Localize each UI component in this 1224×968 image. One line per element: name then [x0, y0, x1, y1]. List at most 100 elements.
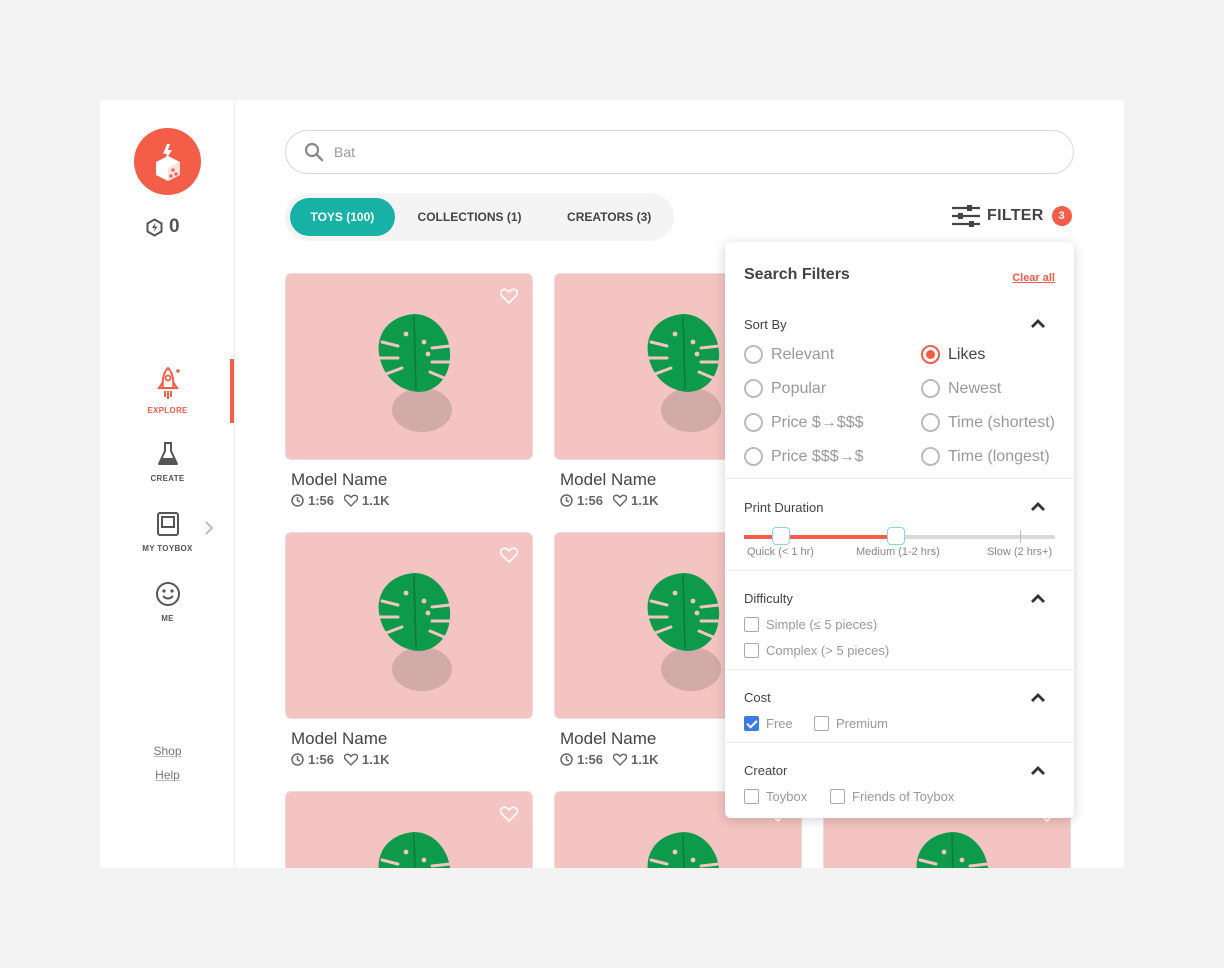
model-thumbnail — [285, 791, 533, 868]
toybox-icon — [156, 512, 179, 536]
creator-friends-label: Friends of Toybox — [852, 789, 955, 804]
heart-icon — [613, 753, 628, 766]
duration-label-quick: Quick (< 1 hr) — [747, 546, 814, 558]
difficulty-complex-label: Complex (> 5 pieces) — [766, 643, 890, 658]
nav-create[interactable]: CREATE — [100, 440, 235, 483]
creator-friends-checkbox[interactable]: Friends of Toybox — [830, 789, 954, 804]
radio-dot — [744, 345, 763, 364]
sort-option-radio[interactable]: Relevant — [744, 345, 834, 364]
monstera-leaf-image — [647, 314, 721, 432]
search-icon — [304, 142, 324, 162]
tab-toys[interactable]: TOYS (100) — [290, 198, 395, 236]
tab-creators[interactable]: CREATORS (3) — [544, 198, 674, 236]
sort-by-section: Sort By Relevant Likes Popular Newest Price … — [725, 304, 1074, 479]
toybox-logo[interactable] — [134, 128, 201, 195]
sort-option-radio[interactable]: Time (shortest) — [921, 413, 1055, 432]
filter-count-badge: 3 — [1051, 206, 1072, 226]
model-print-time: 1:56 — [577, 752, 604, 767]
chevron-up-icon[interactable] — [1030, 501, 1046, 512]
radio-dot — [744, 413, 763, 432]
sort-option-radio[interactable]: Time (longest) — [921, 447, 1050, 466]
chevron-up-icon[interactable] — [1030, 318, 1046, 329]
model-likes: 1.1K — [631, 752, 659, 767]
radio-dot — [921, 345, 940, 364]
difficulty-simple-label: Simple (≤ 5 pieces) — [766, 617, 878, 632]
monstera-leaf-image — [916, 832, 990, 868]
model-card[interactable] — [285, 791, 533, 868]
clock-icon — [560, 753, 573, 766]
print-duration-title: Print Duration — [744, 500, 824, 515]
model-likes: 1.1K — [631, 493, 659, 508]
sort-option-radio[interactable]: Popular — [744, 379, 826, 398]
smiley-icon — [155, 582, 180, 606]
chevron-up-icon[interactable] — [1030, 765, 1046, 776]
model-name: Model Name — [291, 470, 388, 489]
filter-button[interactable]: FILTER 3 — [951, 204, 1072, 228]
cost-premium-checkbox[interactable]: Premium — [814, 716, 888, 731]
heart-icon — [613, 494, 628, 507]
search-filters-panel: Search Filters Clear all Sort By Relevan… — [725, 242, 1074, 818]
nav-me-label: ME — [161, 614, 174, 623]
model-thumbnail — [285, 273, 533, 460]
sort-option-label: Time (shortest) — [948, 413, 1055, 431]
tab-collections[interactable]: COLLECTIONS (1) — [395, 198, 545, 236]
heart-icon[interactable] — [500, 547, 518, 563]
model-card[interactable]: Model Name 1:56 1.1K — [285, 532, 533, 767]
coin-count: 0 — [169, 216, 180, 237]
difficulty-simple-checkbox[interactable]: Simple (≤ 5 pieces) — [744, 617, 877, 632]
heart-icon[interactable] — [500, 288, 518, 304]
checkbox-box — [830, 789, 845, 804]
search-input[interactable] — [334, 144, 1014, 160]
duration-slider[interactable] — [744, 527, 1055, 545]
heart-icon — [344, 753, 359, 766]
clock-icon — [291, 494, 304, 507]
nav-me[interactable]: ME — [100, 580, 235, 623]
model-card[interactable]: Model Name 1:56 1.1K — [285, 273, 533, 508]
sort-option-radio[interactable]: Price $$$→$ — [744, 447, 864, 466]
chevron-up-icon[interactable] — [1030, 692, 1046, 703]
chevron-right-icon[interactable] — [203, 520, 215, 536]
duration-slider-handle-min[interactable] — [772, 527, 790, 545]
cost-free-checkbox[interactable]: Free — [744, 716, 793, 731]
model-thumbnail — [285, 532, 533, 719]
clock-icon — [560, 494, 573, 507]
model-print-time: 1:56 — [308, 493, 335, 508]
nav-active-indicator — [230, 359, 234, 423]
rocket-icon — [156, 366, 180, 399]
model-print-time: 1:56 — [577, 493, 604, 508]
model-print-time: 1:56 — [308, 752, 335, 767]
heart-icon — [344, 494, 359, 507]
sort-option-radio[interactable]: Likes — [921, 345, 985, 364]
sort-by-title: Sort By — [744, 317, 787, 332]
checkbox-box — [744, 789, 759, 804]
duration-slider-handle-max[interactable] — [887, 527, 905, 545]
monstera-leaf-image — [378, 832, 452, 868]
clock-icon — [291, 753, 304, 766]
nav-explore[interactable]: EXPLORE — [100, 366, 235, 415]
panel-title: Search Filters — [744, 266, 850, 283]
radio-dot — [744, 379, 763, 398]
shop-link[interactable]: Shop — [100, 744, 235, 758]
sliders-icon — [952, 205, 980, 227]
nav-my-toybox-label: MY TOYBOX — [142, 544, 193, 553]
duration-slider-tick — [1020, 530, 1021, 543]
checkbox-box — [744, 643, 759, 658]
search-bar[interactable] — [285, 130, 1074, 174]
sort-option-radio[interactable]: Price $→$$$ — [744, 413, 864, 432]
difficulty-section: Difficulty Simple (≤ 5 pieces) Complex (… — [725, 571, 1074, 670]
creator-section: Creator Toybox Friends of Toybox — [725, 743, 1074, 818]
clear-all-link[interactable]: Clear all — [1012, 272, 1055, 284]
creator-toybox-checkbox[interactable]: Toybox — [744, 789, 807, 804]
nav-create-label: CREATE — [150, 474, 185, 483]
radio-dot — [744, 447, 763, 466]
chevron-up-icon[interactable] — [1030, 593, 1046, 604]
cost-section: Cost Free Premium — [725, 670, 1074, 743]
help-link[interactable]: Help — [100, 768, 235, 782]
heart-icon[interactable] — [500, 806, 518, 822]
monstera-leaf-image — [378, 573, 452, 691]
checkbox-box — [814, 716, 829, 731]
sort-option-label: Popular — [771, 379, 827, 397]
difficulty-complex-checkbox[interactable]: Complex (> 5 pieces) — [744, 643, 889, 658]
checkbox-box — [744, 617, 759, 632]
sort-option-radio[interactable]: Newest — [921, 379, 1001, 398]
